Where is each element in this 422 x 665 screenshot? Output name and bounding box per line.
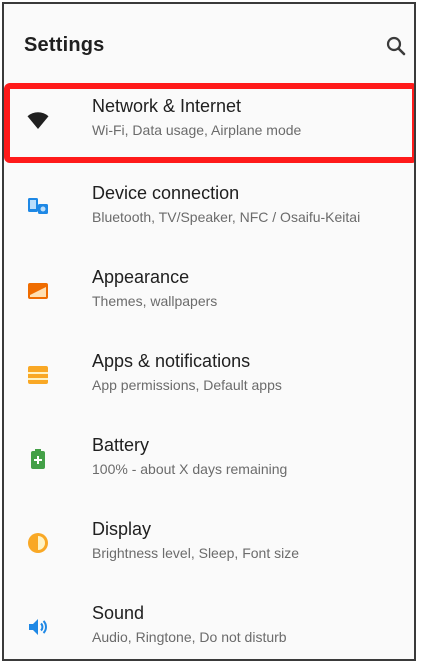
item-title: Network & Internet	[92, 96, 242, 116]
item-title: Display	[92, 519, 152, 539]
settings-item-battery[interactable]: Battery 100% - about X days remaining	[4, 431, 414, 505]
item-title: Apps & notifications	[92, 351, 251, 371]
settings-item-apps[interactable]: Apps & notifications App permissions, De…	[4, 347, 414, 421]
item-title: Appearance	[92, 267, 190, 287]
item-subtitle: Audio, Ringtone, Do not disturb	[92, 629, 287, 645]
settings-item-device-connection[interactable]: Device connection Bluetooth, TV/Speaker,…	[4, 179, 414, 253]
app-bar: Settings	[4, 4, 414, 88]
settings-item-display[interactable]: Display Brightness level, Sleep, Font si…	[4, 515, 414, 589]
item-subtitle: 100% - about X days remaining	[92, 461, 288, 477]
item-subtitle: Bluetooth, TV/Speaker, NFC / Osaifu-Keit…	[92, 209, 361, 225]
screen-frame: Settings Network & Internet Wi-Fi, Data …	[2, 2, 416, 661]
sound-icon	[26, 615, 50, 639]
search-icon[interactable]	[384, 34, 408, 58]
item-subtitle: Brightness level, Sleep, Font size	[92, 545, 299, 561]
item-subtitle: Wi-Fi, Data usage, Airplane mode	[92, 122, 302, 138]
wifi-icon	[26, 108, 50, 132]
settings-item-sound[interactable]: Sound Audio, Ringtone, Do not disturb	[4, 599, 414, 659]
page-title: Settings	[24, 34, 105, 56]
item-subtitle: Themes, wallpapers	[92, 293, 218, 309]
settings-item-network[interactable]: Network & Internet Wi-Fi, Data usage, Ai…	[4, 92, 414, 166]
device-connection-icon	[26, 195, 50, 219]
item-title: Device connection	[92, 183, 240, 203]
apps-icon	[26, 363, 50, 387]
item-title: Sound	[92, 603, 145, 623]
settings-item-appearance[interactable]: Appearance Themes, wallpapers	[4, 263, 414, 337]
item-subtitle: App permissions, Default apps	[92, 377, 282, 393]
battery-icon	[26, 447, 50, 471]
display-icon	[26, 531, 50, 555]
appearance-icon	[26, 279, 50, 303]
item-title: Battery	[92, 435, 150, 455]
